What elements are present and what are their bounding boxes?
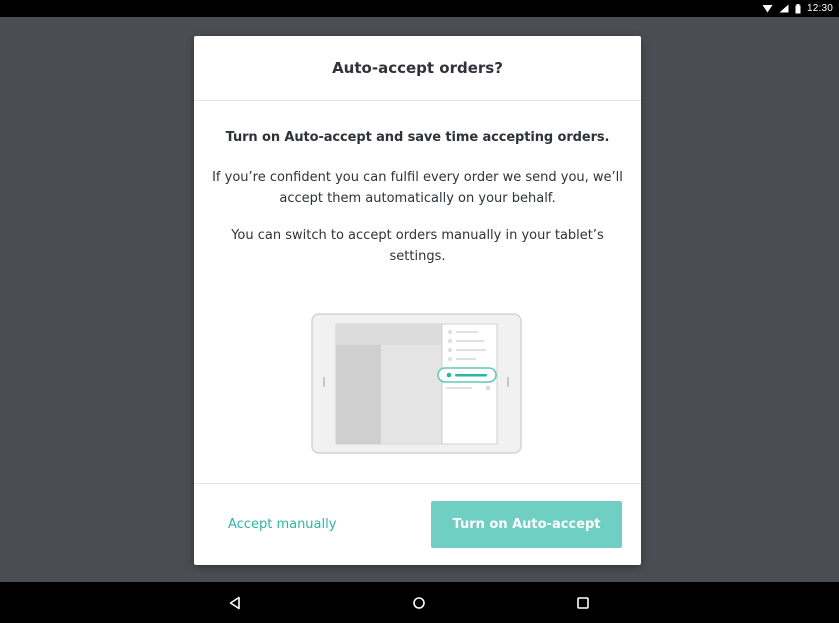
turn-on-auto-accept-button[interactable]: Turn on Auto-accept: [431, 501, 622, 548]
status-bar: 12:30: [0, 0, 839, 17]
status-clock: 12:30: [806, 3, 833, 14]
dialog-lead: Turn on Auto-accept and save time accept…: [225, 130, 610, 145]
dialog-title: Auto-accept orders?: [332, 59, 503, 77]
battery-icon: [795, 3, 801, 14]
dialog-header: Auto-accept orders?: [194, 36, 641, 101]
back-icon[interactable]: [222, 590, 248, 616]
home-icon[interactable]: [406, 590, 432, 616]
tablet-illustration: [311, 313, 522, 455]
status-icons: 12:30: [762, 0, 833, 17]
signal-icon: [779, 4, 789, 13]
recents-icon[interactable]: [570, 590, 596, 616]
wifi-icon: [762, 4, 773, 13]
dialog-paragraph-1: If you’re confident you can fulfil every…: [212, 170, 623, 206]
dialog-footer: Accept manually Turn on Auto-accept: [194, 483, 641, 565]
accept-manually-button[interactable]: Accept manually: [228, 517, 336, 532]
auto-accept-dialog: Auto-accept orders? Turn on Auto-accept …: [194, 36, 641, 565]
dialog-body: Turn on Auto-accept and save time accept…: [194, 101, 641, 267]
dialog-paragraph-2: You can switch to accept orders manually…: [231, 228, 604, 264]
navigation-bar: [0, 582, 839, 623]
